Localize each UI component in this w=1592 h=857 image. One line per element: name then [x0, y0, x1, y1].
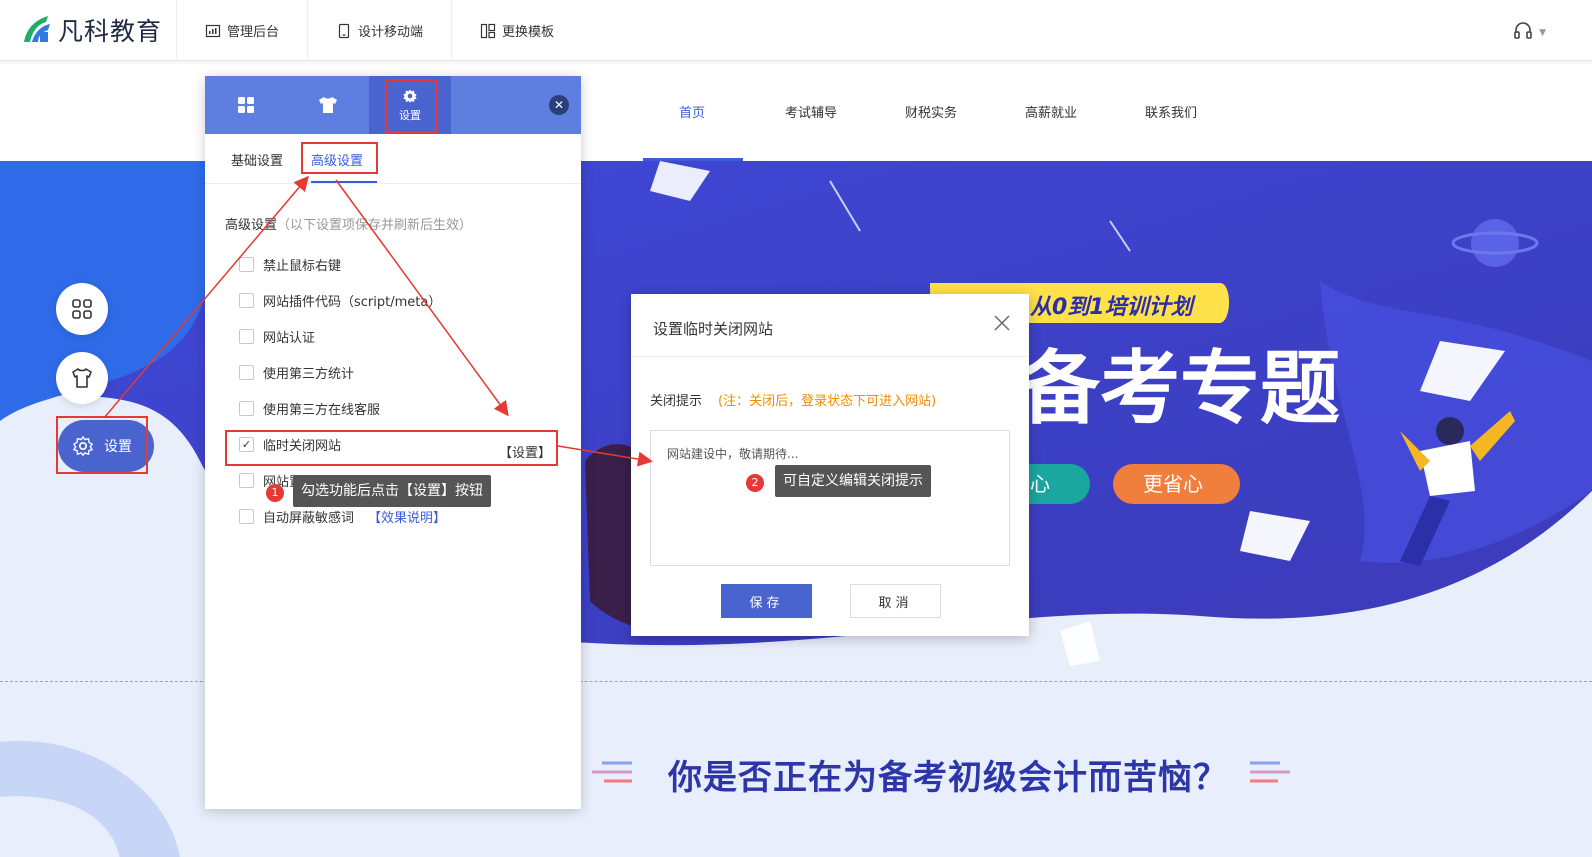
site-nav-contact[interactable]: 联系我们: [1145, 102, 1197, 121]
headset-icon[interactable]: [1512, 20, 1534, 42]
option-label: 禁止鼠标右键: [263, 258, 342, 274]
advanced-note: （以下设置项保存并刷新后生效）: [277, 218, 473, 233]
dash-deco-left: [592, 761, 632, 783]
option-label: 使用第三方统计: [263, 366, 355, 382]
panel-close-button[interactable]: ✕: [549, 95, 569, 115]
topnav-template-label: 更换模板: [502, 25, 555, 40]
option-label: 自动屏蔽敏感词: [263, 510, 355, 526]
highlight-settings-tab: [385, 79, 437, 133]
banner-ribbon-text: 从0到1培训计划: [1030, 294, 1197, 320]
effect-description-link[interactable]: 【效果说明】: [368, 507, 446, 526]
float-modules-button[interactable]: [56, 283, 108, 335]
tooltip-step-1: 勾选功能后点击【设置】按钮: [293, 475, 491, 507]
topnav-mobile-label: 设计移动端: [358, 25, 424, 40]
highlight-float-setting: [56, 416, 148, 474]
logo[interactable]: 凡科教育: [18, 12, 162, 48]
topnav-mobile[interactable]: 设计移动端: [307, 0, 451, 61]
topnav-template[interactable]: 更换模板: [451, 0, 582, 61]
site-nav-tax[interactable]: 财税实务: [905, 102, 957, 121]
option-filter-sensitive-words[interactable]: 自动屏蔽敏感词 【效果说明】: [239, 506, 446, 526]
checkbox[interactable]: [239, 256, 254, 272]
highlight-advanced-tab: [301, 142, 378, 174]
banner-title: 备考专题: [1020, 342, 1340, 435]
modal-divider: [631, 356, 1029, 357]
checkbox[interactable]: [239, 328, 254, 344]
site-nav-home[interactable]: 首页: [679, 102, 705, 121]
option-label: 使用第三方在线客服: [263, 402, 381, 418]
logo-icon: [24, 16, 50, 42]
grid-icon: [72, 299, 92, 319]
dash-deco-right: [1250, 761, 1290, 783]
chart-icon: [205, 24, 221, 37]
topnav-admin[interactable]: 管理后台: [176, 0, 307, 61]
modal-title: 设置临时关闭网站: [653, 320, 774, 338]
template-icon: [480, 23, 496, 38]
float-theme-button[interactable]: [56, 352, 108, 404]
step-badge-2: 2: [746, 474, 764, 492]
checkbox[interactable]: [239, 292, 254, 308]
cancel-button[interactable]: 取消: [850, 584, 941, 618]
highlight-temp-close-row: [225, 430, 558, 466]
site-nav-exam[interactable]: 考试辅导: [785, 102, 837, 121]
advanced-title: 高级设置（以下设置项保存并刷新后生效）: [225, 214, 472, 233]
subtab-basic[interactable]: 基础设置: [231, 150, 283, 169]
logo-text: 凡科教育: [58, 17, 163, 46]
mobile-icon: [338, 23, 350, 38]
save-button[interactable]: 保存: [721, 584, 812, 618]
option-label: 网站认证: [263, 330, 316, 346]
chevron-down-icon[interactable]: ▼: [1539, 28, 1546, 38]
option-site-verification[interactable]: 网站认证: [239, 326, 315, 346]
shirt-icon: [72, 368, 92, 388]
option-disable-right-click[interactable]: 禁止鼠标右键: [239, 254, 341, 274]
tab-theme[interactable]: [287, 76, 369, 134]
close-icon[interactable]: [993, 314, 1011, 332]
banner-pill-right: 更省心: [1143, 472, 1203, 496]
modal-field-note: (注：关闭后，登录状态下可进入网站): [718, 394, 937, 409]
tab-modules[interactable]: [205, 76, 287, 134]
checkbox[interactable]: [239, 400, 254, 416]
site-nav-career[interactable]: 高薪就业: [1025, 102, 1077, 121]
shirt-icon: [319, 97, 337, 113]
advanced-title-text: 高级设置: [225, 218, 278, 233]
checkbox[interactable]: [239, 472, 254, 488]
close-message-textarea[interactable]: 网站建设中，敬请期待...: [650, 430, 1010, 566]
option-label: 网站插件代码（script/meta）: [263, 294, 442, 310]
checkbox[interactable]: [239, 364, 254, 380]
checkbox[interactable]: [239, 508, 254, 524]
option-third-party-chat[interactable]: 使用第三方在线客服: [239, 398, 380, 418]
topnav-admin-label: 管理后台: [227, 25, 280, 40]
option-third-party-stats[interactable]: 使用第三方统计: [239, 362, 354, 382]
step-badge-1: 1: [266, 484, 284, 502]
top-bar: 凡科教育 管理后台 设计移动端 更换模板 ▼: [0, 0, 1592, 61]
grid-icon: [238, 97, 254, 113]
close-icon: ✕: [553, 98, 565, 112]
section-title: 你是否正在为备考初级会计而苦恼？: [668, 758, 1228, 798]
option-plugin-code[interactable]: 网站插件代码（script/meta）: [239, 290, 441, 310]
tooltip-step-2: 可自定义编辑关闭提示: [775, 465, 931, 497]
top-nav: 管理后台 设计移动端 更换模板: [176, 0, 582, 61]
modal-field-label: 关闭提示: [650, 394, 703, 409]
panel-subtabs: 基础设置 高级设置: [205, 134, 581, 184]
banner-pill-left: 心: [1030, 472, 1050, 496]
subtab-active-underline: [311, 181, 377, 183]
